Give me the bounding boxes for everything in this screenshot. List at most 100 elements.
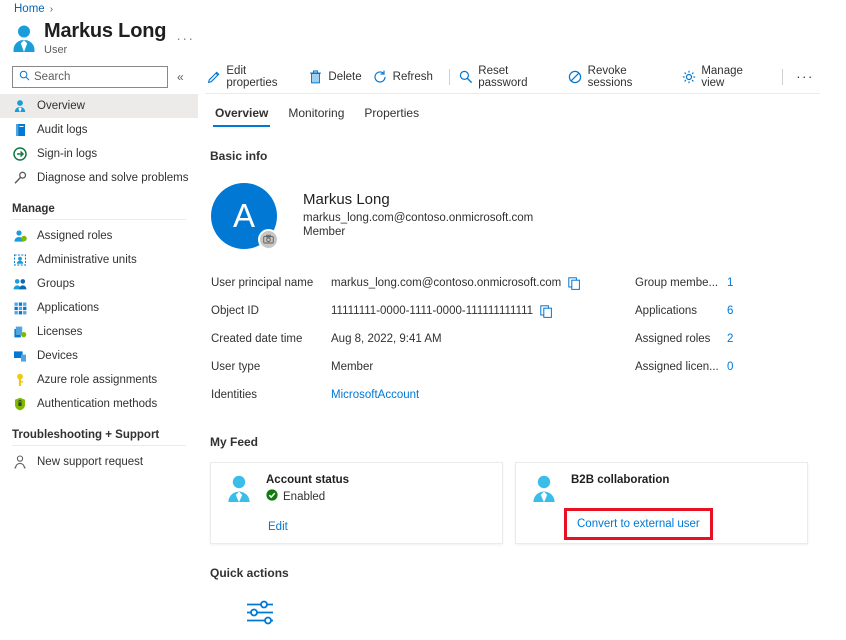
gear-icon bbox=[682, 69, 696, 84]
card-link-convert-to-external-user[interactable]: Convert to external user bbox=[564, 508, 713, 540]
pencil-icon bbox=[207, 69, 221, 84]
tab-bar: Overview Monitoring Properties bbox=[205, 100, 846, 127]
search-placeholder: Search bbox=[34, 71, 70, 83]
sidebar-item-label: Licenses bbox=[37, 326, 82, 338]
trash-icon bbox=[308, 69, 323, 84]
sign-in-icon bbox=[12, 146, 28, 162]
command-bar: Edit properties Delete bbox=[205, 60, 820, 94]
command-label: Revoke sessions bbox=[588, 65, 671, 89]
command-label: Refresh bbox=[393, 71, 433, 83]
user-icon bbox=[10, 23, 38, 53]
stat-label: Applications bbox=[635, 305, 727, 317]
check-circle-icon bbox=[266, 489, 278, 504]
properties-list: User principal name markus_long.com@cont… bbox=[205, 271, 635, 407]
sidebar-item-sign-in-logs[interactable]: Sign-in logs bbox=[0, 142, 198, 166]
property-value: Aug 8, 2022, 9:41 AM bbox=[331, 333, 442, 345]
revoke-sessions-button[interactable]: Revoke sessions bbox=[566, 62, 680, 92]
quick-actions-title: Quick actions bbox=[210, 566, 846, 580]
sidebar-item-authentication-methods[interactable]: Authentication methods bbox=[0, 392, 198, 416]
groups-icon bbox=[12, 276, 28, 292]
sidebar-item-label: Authentication methods bbox=[37, 398, 157, 410]
avatar-wrapper: A bbox=[211, 183, 277, 249]
tab-monitoring[interactable]: Monitoring bbox=[278, 100, 354, 127]
stat-label: Group membe... bbox=[635, 277, 727, 289]
sliders-icon bbox=[245, 600, 275, 631]
breadcrumb-home[interactable]: Home bbox=[14, 3, 45, 15]
sidebar-item-label: Administrative units bbox=[37, 254, 137, 266]
card-header: Account status Enabled bbox=[225, 474, 488, 509]
property-value: 11111111-0000-1111-0000-111111111111 bbox=[331, 305, 533, 317]
chevron-double-left-icon[interactable]: « bbox=[177, 70, 184, 84]
sidebar-item-label: Diagnose and solve problems bbox=[37, 172, 189, 184]
user-email: markus_long.com@contoso.onmicrosoft.com bbox=[303, 212, 533, 224]
sidebar-item-assigned-roles[interactable]: Assigned roles bbox=[0, 224, 198, 248]
quick-action-edit-properties[interactable]: Edit properties bbox=[217, 600, 303, 640]
sidebar-item-label: Groups bbox=[37, 278, 75, 290]
sidebar-item-label: Assigned roles bbox=[37, 230, 112, 242]
user-identity-block: A Markus Long markus_long.com@contoso.on… bbox=[205, 183, 846, 249]
sidebar-group-manage: Manage bbox=[0, 190, 198, 219]
command-label: Manage view bbox=[701, 65, 766, 89]
stat-value[interactable]: 6 bbox=[727, 305, 733, 317]
stat-value[interactable]: 1 bbox=[727, 277, 733, 289]
page-more-menu-button[interactable]: ··· bbox=[176, 30, 194, 46]
edit-properties-button[interactable]: Edit properties bbox=[205, 62, 306, 92]
sidebar-item-label: New support request bbox=[37, 456, 143, 468]
key-icon bbox=[12, 372, 28, 388]
camera-icon[interactable] bbox=[258, 229, 279, 250]
property-label: Created date time bbox=[211, 333, 331, 345]
user-display-name: Markus Long bbox=[303, 191, 533, 208]
sidebar-item-devices[interactable]: Devices bbox=[0, 344, 198, 368]
property-row-created-date-time: Created date time Aug 8, 2022, 9:41 AM bbox=[211, 327, 635, 351]
stat-value[interactable]: 2 bbox=[727, 333, 733, 345]
property-row-object-id: Object ID 11111111-0000-1111-0000-111111… bbox=[211, 299, 635, 323]
sidebar-item-new-support-request[interactable]: New support request bbox=[0, 450, 198, 474]
reset-password-button[interactable]: Reset password bbox=[457, 62, 566, 92]
property-value: Member bbox=[331, 361, 373, 373]
property-row-user-principal-name: User principal name markus_long.com@cont… bbox=[211, 271, 635, 295]
sidebar-item-licenses[interactable]: Licenses bbox=[0, 320, 198, 344]
tab-properties[interactable]: Properties bbox=[354, 100, 429, 127]
property-value-link[interactable]: MicrosoftAccount bbox=[331, 389, 419, 401]
sidebar-item-applications[interactable]: Applications bbox=[0, 296, 198, 320]
manage-view-button[interactable]: Manage view bbox=[680, 62, 775, 92]
main-content: Edit properties Delete bbox=[205, 60, 846, 640]
properties-and-stats: User principal name markus_long.com@cont… bbox=[205, 271, 846, 407]
search-input[interactable]: Search bbox=[12, 66, 168, 88]
page-subtitle: User bbox=[44, 44, 166, 56]
sidebar-item-overview[interactable]: Overview bbox=[0, 94, 198, 118]
card-link-edit[interactable]: Edit bbox=[268, 521, 288, 533]
card-title: Account status bbox=[266, 474, 349, 486]
sidebar-item-audit-logs[interactable]: Audit logs bbox=[0, 118, 198, 142]
wrench-icon bbox=[12, 170, 28, 186]
command-separator bbox=[782, 69, 783, 85]
stat-label: Assigned licen... bbox=[635, 361, 727, 373]
sidebar-item-label: Devices bbox=[37, 350, 78, 362]
sidebar-item-azure-role-assignments[interactable]: Azure role assignments bbox=[0, 368, 198, 392]
sidebar-item-diagnose-and-solve-problems[interactable]: Diagnose and solve problems bbox=[0, 166, 198, 190]
command-label: Delete bbox=[328, 71, 361, 83]
refresh-icon bbox=[373, 69, 388, 84]
copy-icon[interactable] bbox=[568, 277, 581, 290]
page-title-block: Markus Long User ··· bbox=[10, 20, 194, 56]
tab-overview[interactable]: Overview bbox=[205, 100, 278, 127]
command-overflow-button[interactable]: ··· bbox=[790, 69, 820, 84]
card-title: B2B collaboration bbox=[571, 474, 669, 486]
sidebar-item-groups[interactable]: Groups bbox=[0, 272, 198, 296]
breadcrumb-separator-icon: › bbox=[50, 4, 53, 15]
sidebar-item-administrative-units[interactable]: Administrative units bbox=[0, 248, 198, 272]
azure-user-overview-page: Home › Markus Long User ··· bbox=[0, 0, 846, 640]
refresh-button[interactable]: Refresh bbox=[371, 62, 442, 92]
delete-button[interactable]: Delete bbox=[306, 62, 370, 92]
command-separator bbox=[449, 69, 450, 85]
magnifier-key-icon bbox=[459, 69, 473, 84]
copy-icon[interactable] bbox=[540, 305, 553, 318]
user-icon bbox=[12, 98, 28, 114]
page-title-text: Markus Long User bbox=[44, 20, 166, 56]
quick-actions-row: Edit properties bbox=[205, 600, 846, 640]
stat-value[interactable]: 0 bbox=[727, 361, 733, 373]
sidebar-item-label: Applications bbox=[37, 302, 99, 314]
breadcrumb: Home › bbox=[14, 3, 53, 15]
command-label: Edit properties bbox=[226, 65, 297, 89]
property-label: Object ID bbox=[211, 305, 331, 317]
